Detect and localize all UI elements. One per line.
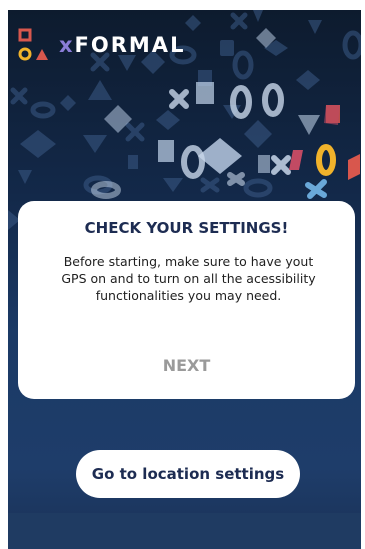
settings-dialog: CHECK YOUR SETTINGS! Before starting, ma… xyxy=(18,201,355,399)
logo-word: FORMAL xyxy=(74,33,186,57)
next-button[interactable]: NEXT xyxy=(18,356,355,375)
app-screen: xFORMAL CHECK YOUR SETTINGS! Before star… xyxy=(8,10,361,549)
dialog-title: CHECK YOUR SETTINGS! xyxy=(84,219,289,237)
logo-mark-icon xyxy=(18,28,48,61)
app-logo: xFORMAL xyxy=(18,22,188,72)
logo-text: xFORMAL xyxy=(59,33,185,57)
logo-x: x xyxy=(59,33,75,57)
dialog-message: Before starting, make sure to have yout … xyxy=(61,254,316,303)
bottom-bar xyxy=(8,513,361,549)
location-settings-button[interactable]: Go to location settings xyxy=(76,450,300,498)
